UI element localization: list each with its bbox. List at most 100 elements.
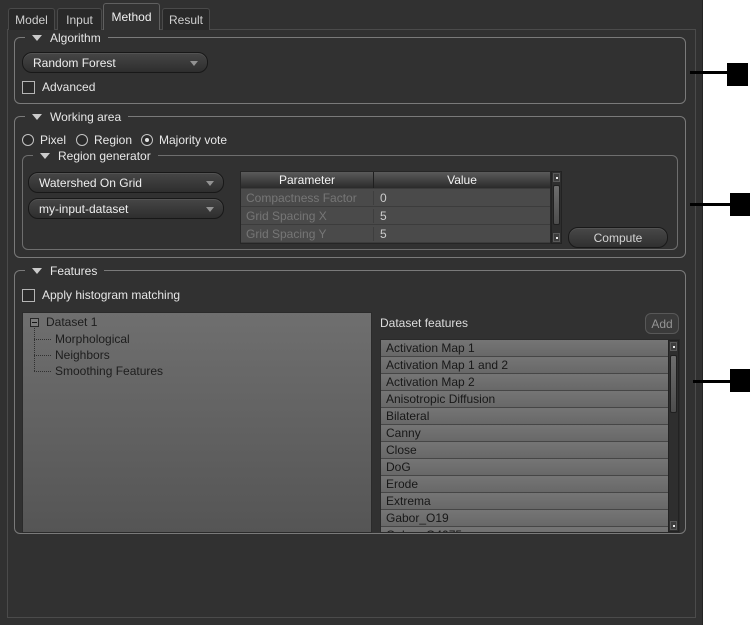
algorithm-group-label: Algorithm (50, 31, 101, 45)
region-generator-group-title[interactable]: Region generator (33, 148, 158, 163)
collapse-arrow-icon[interactable] (32, 35, 42, 41)
table-row: Grid Spacing X 5 (241, 206, 550, 224)
list-item[interactable]: DoG (381, 459, 679, 476)
table-scrollbar-thumb[interactable] (553, 185, 560, 225)
algorithm-select-value: Random Forest (33, 56, 116, 70)
chevron-down-icon (206, 181, 214, 186)
feature-tree: Dataset 1 Morphological Neighbors Smooth… (22, 312, 372, 533)
algorithm-group-title[interactable]: Algorithm (25, 30, 108, 45)
chevron-down-icon (206, 207, 214, 212)
table-row: Grid Spacing Y 5 (241, 224, 550, 242)
callout-line-2 (690, 203, 731, 206)
list-item[interactable]: Activation Map 2 (381, 374, 679, 391)
tree-item-label: Neighbors (55, 348, 110, 362)
algorithm-select[interactable]: Random Forest (22, 52, 208, 73)
scroll-down-icon[interactable] (553, 233, 560, 242)
list-item[interactable]: Activation Map 1 (381, 340, 679, 357)
callout-line-1 (690, 71, 728, 74)
param-name-cell: Compactness Factor (241, 191, 374, 205)
list-item-label: Activation Map 1 and 2 (386, 358, 508, 372)
list-item-label: Erode (386, 477, 418, 491)
tab-model[interactable]: Model (8, 8, 55, 30)
param-value-cell[interactable]: 5 (374, 227, 550, 241)
advanced-checkbox[interactable]: Advanced (22, 80, 95, 94)
list-scrollbar[interactable] (668, 340, 679, 532)
tab-method[interactable]: Method (103, 3, 160, 30)
list-item-label: Canny (386, 426, 421, 440)
list-item-label: Extrema (386, 494, 431, 508)
radio-selected-icon[interactable] (141, 134, 153, 146)
list-item-label: Gabor_O19 (386, 511, 449, 525)
dataset-features-list: Activation Map 1 Activation Map 1 and 2 … (380, 339, 680, 533)
list-item[interactable]: Canny (381, 425, 679, 442)
checkbox-icon[interactable] (22, 289, 35, 302)
features-group-title[interactable]: Features (25, 263, 104, 278)
checkbox-icon[interactable] (22, 81, 35, 94)
radio-region-label: Region (94, 133, 132, 147)
param-value-cell[interactable]: 5 (374, 209, 550, 223)
add-button[interactable]: Add (645, 313, 679, 334)
region-generator-group-label: Region generator (58, 149, 151, 163)
table-scrollbar[interactable] (551, 171, 562, 244)
generator-select-value: Watershed On Grid (39, 176, 142, 190)
tree-collapse-icon[interactable] (30, 318, 39, 327)
list-item[interactable]: Erode (381, 476, 679, 493)
tree-item-smoothing[interactable]: Smoothing Features (34, 363, 371, 379)
dataset-select-value: my-input-dataset (39, 202, 128, 216)
histogram-matching-checkbox[interactable]: Apply histogram matching (22, 288, 180, 302)
tree-item-neighbors[interactable]: Neighbors (34, 347, 371, 363)
list-item[interactable]: Gabor_O19 (381, 510, 679, 527)
advanced-checkbox-label: Advanced (42, 80, 95, 94)
dataset-features-label: Dataset features (380, 316, 468, 330)
callout-marker-3 (730, 369, 750, 392)
radio-icon[interactable] (76, 134, 88, 146)
list-item[interactable]: Close (381, 442, 679, 459)
param-value-cell[interactable]: 0 (374, 191, 550, 205)
tab-result[interactable]: Result (162, 8, 210, 30)
tree-root-label: Dataset 1 (46, 315, 97, 329)
working-area-group-label: Working area (50, 110, 121, 124)
scroll-up-icon[interactable] (670, 342, 677, 351)
radio-majority-vote[interactable]: Majority vote (141, 133, 227, 147)
list-item-label: Anisotropic Diffusion (386, 392, 495, 406)
list-item[interactable]: Extrema (381, 493, 679, 510)
parameter-table: Parameter Value Compactness Factor 0 Gri… (240, 171, 551, 244)
list-item[interactable]: Gabor_O4075 (381, 527, 679, 533)
tree-item-dataset[interactable]: Dataset 1 (23, 313, 371, 331)
list-scrollbar-thumb[interactable] (670, 355, 677, 413)
chevron-down-icon (190, 61, 198, 66)
scroll-up-icon[interactable] (553, 173, 560, 182)
collapse-arrow-icon[interactable] (32, 114, 42, 120)
tab-result-label: Result (169, 13, 203, 27)
tab-input[interactable]: Input (57, 8, 102, 30)
list-item[interactable]: Activation Map 1 and 2 (381, 357, 679, 374)
column-header-value[interactable]: Value (374, 172, 550, 188)
column-header-parameter[interactable]: Parameter (241, 172, 374, 188)
tree-item-morphological[interactable]: Morphological (34, 331, 371, 347)
radio-majority-vote-label: Majority vote (159, 133, 227, 147)
histogram-matching-label: Apply histogram matching (42, 288, 180, 302)
collapse-arrow-icon[interactable] (32, 268, 42, 274)
tree-item-label: Smoothing Features (55, 364, 163, 378)
list-item-label: DoG (386, 460, 411, 474)
param-name-cell: Grid Spacing X (241, 209, 374, 223)
features-group-label: Features (50, 264, 97, 278)
radio-region[interactable]: Region (76, 133, 132, 147)
radio-icon[interactable] (22, 134, 34, 146)
callout-marker-1 (727, 63, 748, 86)
scroll-down-icon[interactable] (670, 521, 677, 530)
table-row: Compactness Factor 0 (241, 188, 550, 206)
table-row: Minimum Region Size 5 (241, 242, 550, 244)
callout-marker-2 (730, 193, 750, 216)
compute-button[interactable]: Compute (568, 227, 668, 248)
tab-model-label: Model (15, 13, 48, 27)
dataset-select[interactable]: my-input-dataset (28, 198, 224, 219)
collapse-arrow-icon[interactable] (40, 153, 50, 159)
generator-select[interactable]: Watershed On Grid (28, 172, 224, 193)
tree-children: Morphological Neighbors Smoothing Featur… (34, 331, 371, 379)
param-name-cell: Grid Spacing Y (241, 227, 374, 241)
working-area-group-title[interactable]: Working area (25, 109, 128, 124)
list-item[interactable]: Bilateral (381, 408, 679, 425)
radio-pixel[interactable]: Pixel (22, 133, 66, 147)
list-item[interactable]: Anisotropic Diffusion (381, 391, 679, 408)
